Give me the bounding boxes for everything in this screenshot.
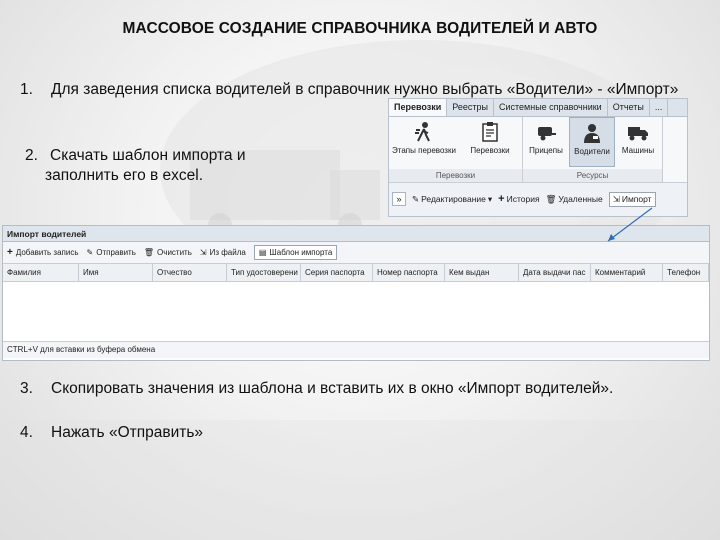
ribbon-button-cars[interactable]: Машины <box>615 117 661 167</box>
driver-icon <box>584 124 600 143</box>
slide-title: МАССОВОЕ СОЗДАНИЕ СПРАВОЧНИКА ВОДИТЕЛЕЙ … <box>122 20 598 37</box>
ribbon-button-stages-label: Этапы перевозки <box>392 146 456 155</box>
ribbon-button-cars-label: Машины <box>621 146 655 155</box>
column-header[interactable]: Дата выдачи пас <box>519 264 591 281</box>
from-file-label: Из файла <box>209 248 246 257</box>
import-toolbar: + Добавить запись ✎ Отправить 🗑 Очистить… <box>3 242 709 264</box>
step-3-text: Скопировать значения из шаблона и встави… <box>51 380 614 397</box>
plus-icon: + <box>498 193 505 205</box>
step-2-number: 2. <box>25 147 38 164</box>
column-header[interactable]: Отчество <box>153 264 227 281</box>
history-button[interactable]: + История <box>498 193 539 205</box>
column-header[interactable]: Кем выдан <box>445 264 519 281</box>
ribbon-button-perevozki[interactable]: Перевозки <box>459 117 521 167</box>
add-record-label: Добавить запись <box>15 248 79 257</box>
import-template-button[interactable]: ▤ Шаблон импорта <box>253 245 338 260</box>
send-label: Отправить <box>96 248 136 257</box>
from-file-button[interactable]: ⇲ Из файла <box>200 248 246 257</box>
ribbon-button-trailers-label: Прицепы <box>529 146 563 155</box>
file-import-icon: ⇲ <box>199 248 207 257</box>
clipboard-icon <box>482 122 498 142</box>
import-icon: ⇲ <box>612 193 620 204</box>
plus-icon: + <box>7 247 13 258</box>
truck-icon <box>628 127 648 141</box>
edit-menu-button[interactable]: ✎ Редактирование ▾ <box>412 194 492 205</box>
dropdown-caret-icon: ▾ <box>487 193 493 204</box>
column-header[interactable]: Комментарий <box>591 264 663 281</box>
ribbon-group-resources-label: Ресурсы <box>523 169 662 182</box>
step-2-text: Скачать шаблон импорта и <box>50 147 246 164</box>
pencil-icon: ✎ <box>86 248 94 257</box>
ribbon-screenshot: Перевозки Реестры Системные справочники … <box>388 98 688 217</box>
tab-perevozki[interactable]: Перевозки <box>389 99 448 116</box>
column-header[interactable]: Серия паспорта <box>301 264 373 281</box>
import-window: Импорт водителей + Добавить запись ✎ Отп… <box>2 225 710 361</box>
column-header[interactable]: Номер паспорта <box>373 264 445 281</box>
column-header[interactable]: Имя <box>79 264 153 281</box>
ribbon-button-stages[interactable]: Этапы перевозки <box>389 117 459 167</box>
ribbon-tabs: Перевозки Реестры Системные справочники … <box>389 99 687 117</box>
column-header[interactable]: Телефон <box>663 264 709 281</box>
clear-label: Очистить <box>157 248 192 257</box>
import-window-title: Импорт водителей <box>3 226 709 242</box>
ribbon-button-trailers[interactable]: Прицепы <box>523 117 569 167</box>
column-header[interactable]: Фамилия <box>3 264 79 281</box>
trash-icon: 🗑 <box>545 193 557 204</box>
ribbon-group-perevozki: Этапы перевозки Перевозки Перевозки <box>389 117 523 182</box>
ribbon-toolbar: » ✎ Редактирование ▾ + История 🗑 Удаленн… <box>389 189 687 209</box>
step-1-number: 1. <box>20 81 33 98</box>
tab-system-directories[interactable]: Системные справочники <box>494 99 608 116</box>
deleted-label: Удаленные <box>558 194 603 204</box>
import-button[interactable]: ⇲ Импорт <box>608 191 656 207</box>
pencil-icon: ✎ <box>412 193 420 204</box>
step-1-text: Для заведения списка водителей в справоч… <box>51 81 679 98</box>
tab-reports[interactable]: Отчеты <box>608 99 650 116</box>
edit-menu-label: Редактирование <box>421 194 486 204</box>
step-3-number: 3. <box>20 380 33 397</box>
ribbon-button-drivers[interactable]: Водители <box>569 117 615 167</box>
tab-more[interactable]: ... <box>650 99 669 116</box>
import-grid-body[interactable] <box>3 282 709 342</box>
column-header[interactable]: Тип удостоверени <box>227 264 301 281</box>
expand-toggle[interactable]: » <box>392 192 406 206</box>
ribbon-group-resources: Прицепы Водители Машины Ресурсы <box>523 117 663 182</box>
import-grid-header: Фамилия Имя Отчество Тип удостоверени Се… <box>3 264 709 282</box>
send-button[interactable]: ✎ Отправить <box>87 248 136 257</box>
add-record-button[interactable]: + Добавить запись <box>7 247 79 258</box>
trash-icon: 🗑 <box>143 248 155 257</box>
walker-icon <box>415 122 430 142</box>
step-4-number: 4. <box>20 424 33 441</box>
deleted-button[interactable]: 🗑 Удаленные <box>546 194 603 205</box>
clear-button[interactable]: 🗑 Очистить <box>144 248 192 257</box>
import-footer-hint: CTRL+V для вставки из буфера обмена <box>3 342 709 358</box>
trailer-icon <box>538 127 556 141</box>
import-template-label: Шаблон импорта <box>269 248 333 257</box>
history-label: История <box>506 194 540 204</box>
ribbon-button-drivers-label: Водители <box>574 147 610 156</box>
tab-reestry[interactable]: Реестры <box>447 99 494 116</box>
ribbon-group-perevozki-label: Перевозки <box>389 169 522 182</box>
step-2-text-cont: заполнить его в excel. <box>45 167 204 184</box>
template-icon: ▤ <box>258 248 267 257</box>
ribbon-button-perevozki-label: Перевозки <box>470 146 510 155</box>
import-label: Импорт <box>621 194 652 204</box>
step-4-text: Нажать «Отправить» <box>51 424 204 441</box>
